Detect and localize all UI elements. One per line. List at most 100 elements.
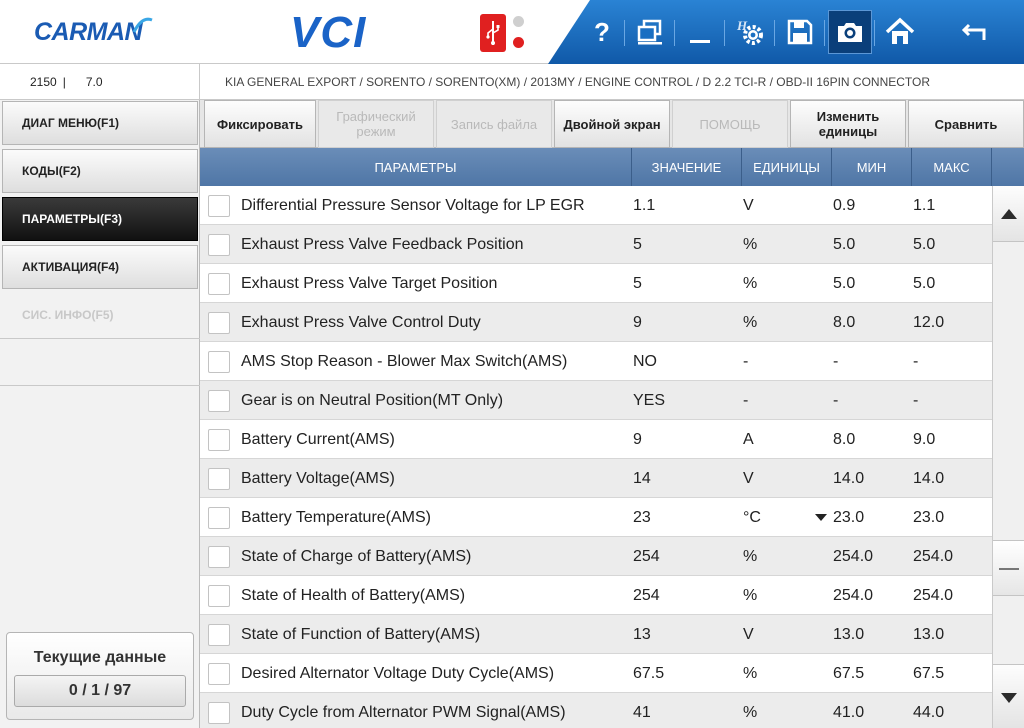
row-checkbox[interactable] [208,390,230,412]
parameter-max: 67.5 [913,664,945,682]
parameter-min: 8.0 [833,313,856,331]
carman-logo: CARMAN [34,16,153,48]
parameter-unit: A [743,430,754,448]
parameter-name: Differential Pressure Sensor Voltage for… [241,196,585,214]
table-row[interactable]: Gear is on Neutral Position(MT Only) YES -… [200,381,992,420]
parameter-min: - [833,391,839,409]
minimize-button[interactable] [678,10,722,54]
floppy-disk-icon [787,19,813,45]
screenshot-button[interactable] [828,10,872,54]
table-row[interactable]: Battery Temperature(AMS) 23 °C 23.0 23.0 [200,498,992,537]
question-mark-icon: ? [594,17,610,47]
parameter-unit: % [743,664,758,682]
table-row[interactable]: Battery Voltage(AMS) 14 V 14.0 14.0 [200,459,992,498]
row-checkbox[interactable] [208,663,230,685]
table-row[interactable]: Exhaust Press Valve Target Position 5% 5.0… [200,264,992,303]
parameter-min: 8.0 [833,430,856,448]
parameter-min: 23.0 [833,508,865,526]
back-button[interactable] [952,10,996,54]
parameter-unit: % [743,235,758,253]
column-header-unit: ЕДИНИЦЫ [742,148,832,186]
table-row[interactable]: State of Function of Battery(AMS) 13 V 13.0… [200,615,992,654]
parameter-unit: % [743,703,758,721]
help-button[interactable]: ? [580,10,624,54]
row-checkbox[interactable] [208,624,230,646]
parameter-name: State of Health of Battery(AMS) [241,586,466,604]
table-row[interactable]: State of Charge of Battery(AMS) 254% 254.0… [200,537,992,576]
column-header-min: МИН [832,148,912,186]
change-units-button[interactable]: Изменить единицы [790,100,906,148]
parameter-min: 41.0 [833,703,865,721]
row-checkbox[interactable] [208,273,230,295]
parameter-min: 14.0 [833,469,865,487]
scroll-thumb[interactable] [993,540,1024,596]
dual-screen-button[interactable]: Двойной экран [554,100,670,148]
minimize-icon [690,40,710,43]
sidebar-empty-slot [0,338,200,386]
parameter-max: - [913,352,919,370]
hardware-settings-button[interactable]: H [728,10,772,54]
unit-dropdown-arrow-icon[interactable] [815,514,827,521]
parameter-unit: % [743,274,758,292]
table-row[interactable]: Battery Current(AMS) 9 A 8.0 9.0 [200,420,992,459]
table-row[interactable]: Exhaust Press Valve Feedback Position 5% 5… [200,225,992,264]
table-row[interactable]: Duty Cycle from Alternator PWM Signal(AM… [200,693,992,728]
usb-status-icon [480,14,506,52]
parameter-name: Exhaust Press Valve Target Position [241,274,498,292]
hardware-settings-icon: H [736,18,763,45]
row-checkbox[interactable] [208,702,230,724]
table-row[interactable]: State of Health of Battery(AMS) 254% 254.0… [200,576,992,615]
table-row[interactable]: Differential Pressure Sensor Voltage for… [200,186,992,225]
parameter-value: 254 [633,547,660,565]
home-button[interactable] [878,10,922,54]
row-checkbox[interactable] [208,546,230,568]
window-button[interactable] [628,10,672,54]
scroll-down-button[interactable] [993,664,1024,728]
parameter-name: Desired Alternator Voltage Duty Cycle(AM… [241,664,555,682]
row-checkbox[interactable] [208,195,230,217]
row-checkbox[interactable] [208,234,230,256]
parameter-name: State of Function of Battery(AMS) [241,625,481,643]
sidebar-item-diag-menu[interactable]: ДИАГ МЕНЮ(F1) [2,101,198,145]
table-row[interactable]: AMS Stop Reason - Blower Max Switch(AMS)… [200,342,992,381]
row-checkbox[interactable] [208,429,230,451]
camera-icon [838,23,862,42]
sidebar-item-codes[interactable]: КОДЫ(F2) [2,149,198,193]
compare-button[interactable]: Сравнить [908,100,1024,148]
version-box: 2150 | 7.0 [0,64,200,100]
table-row[interactable]: Desired Alternator Voltage Duty Cycle(AM… [200,654,992,693]
version-separator: | [62,75,66,89]
table-row[interactable]: Exhaust Press Valve Control Duty 9% 8.0 12.… [200,303,992,342]
breadcrumb: KIA GENERAL EXPORT / SORENTO / SORENTO(X… [225,75,931,89]
parameter-min: 0.9 [833,196,856,214]
row-checkbox[interactable] [208,312,230,334]
parameter-min: - [833,352,839,370]
parameter-name: Battery Temperature(AMS) [241,508,431,526]
sidebar-item-activation[interactable]: АКТИВАЦИЯ(F4) [2,245,198,289]
parameter-name: Exhaust Press Valve Feedback Position [241,235,524,253]
parameter-name: Battery Voltage(AMS) [241,469,395,487]
parameter-unit[interactable]: °C [743,498,831,537]
parameter-unit: % [743,586,758,604]
parameter-min: 67.5 [833,664,865,682]
row-checkbox[interactable] [208,585,230,607]
row-checkbox[interactable] [208,507,230,529]
info-row: 2150 | 7.0 KIA GENERAL EXPORT / SORENTO … [0,64,1024,100]
sidebar-item-parameters[interactable]: ПАРАМЕТРЫ(F3) [2,197,198,241]
parameter-max: - [913,391,919,409]
row-checkbox[interactable] [208,351,230,373]
toolbar: ? H [548,0,1024,64]
parameter-min: 5.0 [833,235,856,253]
parameter-min: 254.0 [833,547,874,565]
row-checkbox[interactable] [208,468,230,490]
parameter-max: 254.0 [913,547,954,565]
save-button[interactable] [778,10,822,54]
parameter-name: AMS Stop Reason - Blower Max Switch(AMS) [241,352,568,370]
sidebar-item-system-info: СИС. ИНФО(F5) [2,293,198,337]
fix-button[interactable]: Фиксировать [204,100,316,148]
table-scrollbar[interactable] [992,186,1024,728]
parameter-max: 14.0 [913,469,945,487]
parameter-unit: V [743,196,754,214]
scroll-up-button[interactable] [993,186,1024,242]
parameter-value: 5 [633,235,642,253]
